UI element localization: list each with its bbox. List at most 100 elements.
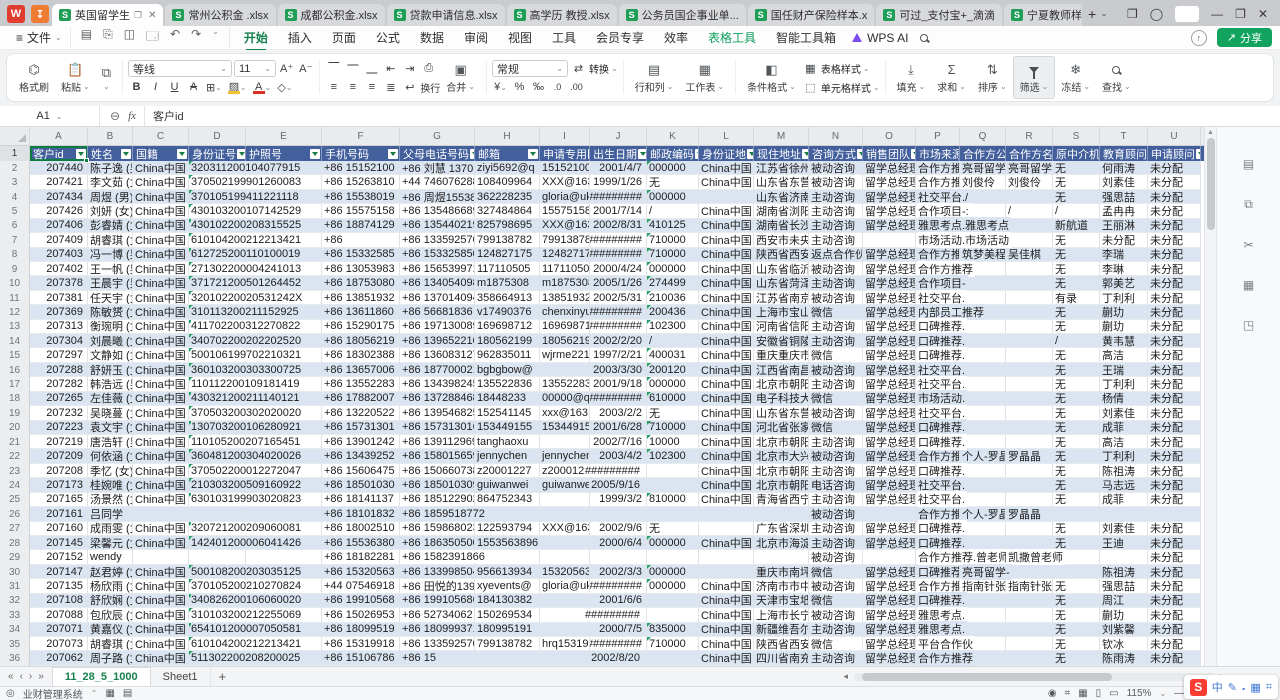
cell-A19[interactable]: 207232	[30, 406, 88, 420]
cell-B14[interactable]: 刘晨曦 (女	[88, 334, 133, 348]
table-header-B[interactable]: 姓名	[88, 146, 133, 161]
scroll-up-icon[interactable]: ▲	[1207, 129, 1214, 136]
file-tab-4[interactable]: S高学历 教授.xlsx	[507, 4, 617, 26]
cell-I26[interactable]	[540, 507, 590, 521]
table-header-C[interactable]: 国籍	[133, 146, 189, 161]
cell-K19[interactable]: 无	[647, 406, 699, 420]
cell-C8[interactable]: China中国	[133, 248, 189, 262]
cell-A9[interactable]: 207402	[30, 262, 88, 276]
grid-tools-icon[interactable]: ▦	[1243, 278, 1254, 292]
eye-protect-icon[interactable]: ◉	[1048, 688, 1057, 699]
cell-D12[interactable]: 310113200211152925	[189, 305, 246, 319]
cell-M25[interactable]: 青海省西宁	[754, 493, 809, 507]
cell-O24[interactable]: 留学总经理	[863, 478, 916, 492]
cell-R15[interactable]	[1006, 348, 1053, 362]
cell-O18[interactable]: 留学总经理	[863, 392, 916, 406]
row-header-14[interactable]: 14	[0, 334, 30, 348]
cell-B19[interactable]: 吴晓蔓 (女	[88, 406, 133, 420]
cell-B8[interactable]: 冯一博 (男	[88, 248, 133, 262]
cell-G6[interactable]: +86 1354402198	[400, 219, 475, 233]
cell-H9[interactable]: 117110505	[475, 262, 540, 276]
file-tab-8[interactable]: S宁夏教师样本.xlsx	[1004, 4, 1082, 26]
cell-L27[interactable]	[699, 522, 754, 536]
cell-H14[interactable]: 180562199	[475, 334, 540, 348]
cell-R35[interactable]	[1006, 637, 1053, 651]
cell-O32[interactable]: 留学总经理	[863, 594, 916, 608]
cell-T25[interactable]: 成菲	[1100, 493, 1148, 507]
cell-C4[interactable]: China中国	[133, 190, 189, 204]
table-header-A[interactable]: 客户id	[30, 146, 88, 161]
table-header-H[interactable]: 邮箱	[475, 146, 540, 161]
row-header-21[interactable]: 21	[0, 435, 30, 449]
cell-I16[interactable]	[540, 363, 590, 377]
cell-I31[interactable]: gloria@uk	[540, 579, 590, 593]
cell-G14[interactable]: +86 1396522100	[400, 334, 475, 348]
cell-G23[interactable]: +86 1506607386	[400, 464, 475, 478]
cell-J24[interactable]: 2005/9/16	[590, 478, 647, 492]
cell-H35[interactable]: 799138782	[475, 637, 540, 651]
cell-G26[interactable]: +86 1859518772	[400, 507, 475, 521]
row-header-24[interactable]: 24	[0, 478, 30, 492]
cell-G31[interactable]: +86 田悦的1395	[400, 579, 475, 593]
justify-icon[interactable]: ≣	[382, 79, 399, 95]
cell-G7[interactable]: +86 1335925706	[400, 233, 475, 247]
cell-B12[interactable]: 陈敏赟 (女	[88, 305, 133, 319]
row-header-15[interactable]: 15	[0, 348, 30, 362]
fill-button[interactable]: ⤓填充⌄	[891, 56, 932, 99]
cell-B25[interactable]: 汤景然 (女	[88, 493, 133, 507]
cell-S22[interactable]: 无	[1053, 449, 1100, 463]
cell-H3[interactable]: 108409964	[475, 175, 540, 189]
cell-I10[interactable]: m1875308	[540, 276, 590, 290]
cell-M32[interactable]: 天津市宝坻	[754, 594, 809, 608]
cell-M14[interactable]: 安徽省铜陵	[754, 334, 809, 348]
table-header-G[interactable]: 父母电话号码	[400, 146, 475, 161]
cell-F33[interactable]: +86 15026953	[322, 608, 400, 622]
cell-F14[interactable]: +86 18056219	[322, 334, 400, 348]
cell-H27[interactable]: 122593794	[475, 522, 540, 536]
cell-I2[interactable]: 151521001	[540, 161, 590, 175]
cell-B23[interactable]: 季忆 (女)	[88, 464, 133, 478]
strikethrough-button[interactable]: A	[185, 79, 202, 95]
cell-F11[interactable]: +86 13851932	[322, 291, 400, 305]
cell-J3[interactable]: 1999/1/26	[590, 175, 647, 189]
cell-N12[interactable]: 微信	[809, 305, 863, 319]
cell-N5[interactable]: 主动咨询	[809, 204, 863, 218]
menu-item-会员专享[interactable]: 会员专享	[586, 27, 654, 48]
cell-A34[interactable]: 207071	[30, 623, 88, 637]
cell-H12[interactable]: v17490376	[475, 305, 540, 319]
cell-L4[interactable]	[699, 190, 754, 204]
cell-K29[interactable]	[647, 550, 699, 564]
cell-D20[interactable]: 130703200106280921	[189, 421, 246, 435]
freeze-button[interactable]: ❄冻结⌄	[1055, 56, 1096, 99]
cell-K4[interactable]: 000000	[647, 190, 699, 204]
cell-G29[interactable]: +86 1582391866	[400, 550, 475, 564]
cell-I12[interactable]: chenxinyur	[540, 305, 590, 319]
row-header-6[interactable]: 6	[0, 219, 30, 233]
font-name-select[interactable]: 等线⌄	[128, 60, 232, 77]
cell-A28[interactable]: 207145	[30, 536, 88, 550]
cell-B13[interactable]: 衡琬明 (女	[88, 320, 133, 334]
cell-L20[interactable]: China中国	[699, 421, 754, 435]
cell-B6[interactable]: 彭睿婧 (女	[88, 219, 133, 233]
cell-E29[interactable]	[246, 550, 322, 564]
cell-N32[interactable]: 微信	[809, 594, 863, 608]
cell-P29[interactable]: 合作方推荐.曾老师	[916, 550, 960, 564]
sum-button[interactable]: Σ求和⌄	[931, 56, 972, 99]
cell-O22[interactable]: 留学总经理	[863, 449, 916, 463]
cell-T28[interactable]: 王迪	[1100, 536, 1148, 550]
cell-H19[interactable]: 152541145	[475, 406, 540, 420]
cell-M17[interactable]: 北京市朝阳	[754, 377, 809, 391]
cell-C32[interactable]: China中国	[133, 594, 189, 608]
cell-H34[interactable]: 180995191	[475, 623, 540, 637]
menu-item-数据[interactable]: 数据	[410, 27, 454, 48]
cell-C16[interactable]: China中国	[133, 363, 189, 377]
cell-A11[interactable]: 207381	[30, 291, 88, 305]
cell-H22[interactable]: jennychen	[475, 449, 540, 463]
row-header-18[interactable]: 18	[0, 392, 30, 406]
cell-D36[interactable]: 511302200208200025	[189, 651, 246, 665]
new-tab-button[interactable]: +	[1088, 6, 1096, 22]
cell-B28[interactable]: 梁馨元 (女	[88, 536, 133, 550]
output-icon[interactable]: ⎘	[103, 27, 113, 48]
cell-K33[interactable]	[647, 608, 699, 622]
comma-style-icon[interactable]: ‰	[530, 79, 547, 95]
